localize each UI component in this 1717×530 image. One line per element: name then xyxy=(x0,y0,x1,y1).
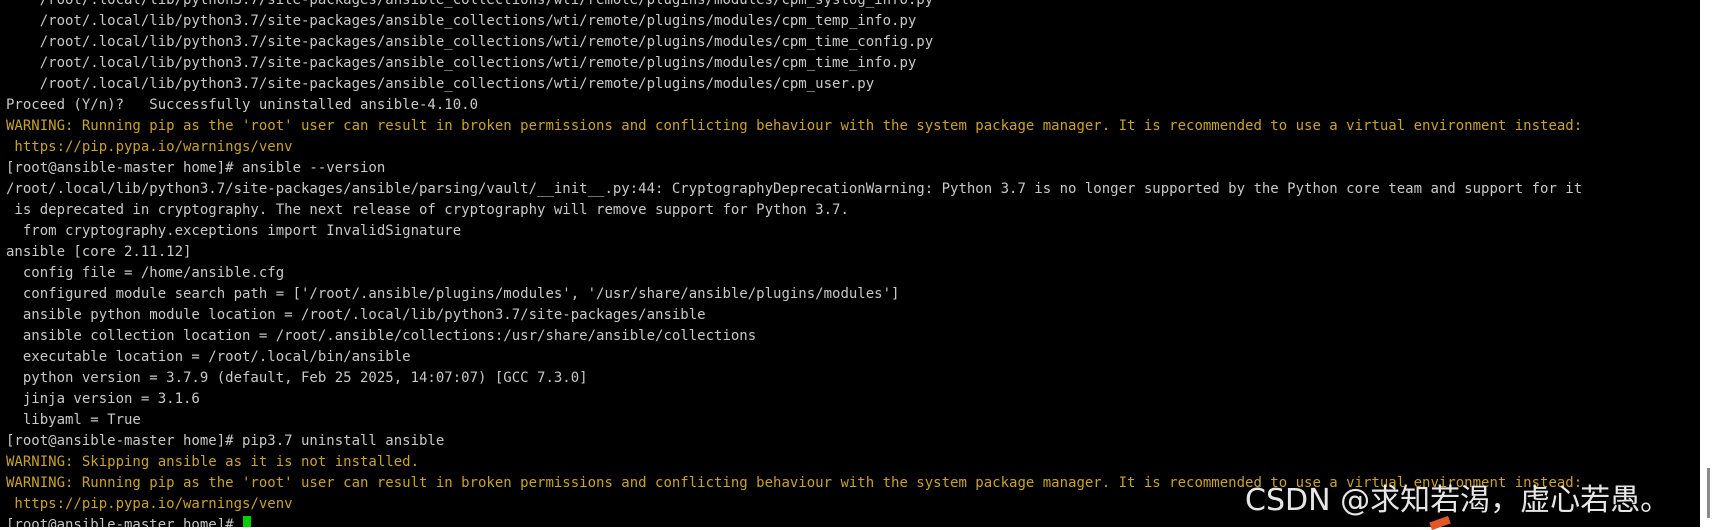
terminal-line: /root/.local/lib/python3.7/site-packages… xyxy=(6,181,1583,197)
terminal-line: /root/.local/lib/python3.7/site-packages… xyxy=(6,0,934,8)
vertical-scrollbar[interactable] xyxy=(1700,0,1717,527)
terminal-line: ansible collection location = /root/.ans… xyxy=(6,328,757,344)
terminal-line: /root/.local/lib/python3.7/site-packages… xyxy=(6,76,875,92)
terminal-line: /root/.local/lib/python3.7/site-packages… xyxy=(6,13,917,29)
terminal-warning-line: https://pip.pypa.io/warnings/venv xyxy=(6,139,293,155)
scrollbar-thumb[interactable] xyxy=(1707,468,1710,518)
terminal-warning-line: WARNING: Skipping ansible as it is not i… xyxy=(6,454,420,470)
watermark: CSDN @求知若渴，虚心若愚。 xyxy=(1245,483,1671,518)
terminal-window[interactable]: /root/.local/lib/python3.7/site-packages… xyxy=(0,0,1700,527)
terminal-line: /root/.local/lib/python3.7/site-packages… xyxy=(6,55,917,71)
terminal-line: python version = 3.7.9 (default, Feb 25 … xyxy=(6,370,588,386)
terminal-line: [root@ansible-master home]# ansible --ve… xyxy=(6,160,386,176)
terminal-line: is deprecated in cryptography. The next … xyxy=(6,202,849,218)
prompt-text: [root@ansible-master home]# xyxy=(6,517,243,527)
terminal-line: config file = /home/ansible.cfg xyxy=(6,265,285,281)
terminal-line: [root@ansible-master home]# pip3.7 unins… xyxy=(6,433,445,449)
terminal-line: from cryptography.exceptions import Inva… xyxy=(6,223,462,239)
terminal-line: libyaml = True xyxy=(6,412,141,428)
terminal-output: /root/.local/lib/python3.7/site-packages… xyxy=(6,0,1700,527)
terminal-line: ansible [core 2.11.12] xyxy=(6,244,192,260)
terminal-warning-line: WARNING: Running pip as the 'root' user … xyxy=(6,118,1583,134)
terminal-line: executable location = /root/.local/bin/a… xyxy=(6,349,411,365)
terminal-line: configured module search path = ['/root/… xyxy=(6,286,900,302)
terminal-line: /root/.local/lib/python3.7/site-packages… xyxy=(6,34,934,50)
terminal-line: Proceed (Y/n)? Successfully uninstalled … xyxy=(6,97,479,113)
terminal-line: ansible python module location = /root/.… xyxy=(6,307,706,323)
terminal-line: jinja version = 3.1.6 xyxy=(6,391,200,407)
cursor xyxy=(243,516,252,527)
